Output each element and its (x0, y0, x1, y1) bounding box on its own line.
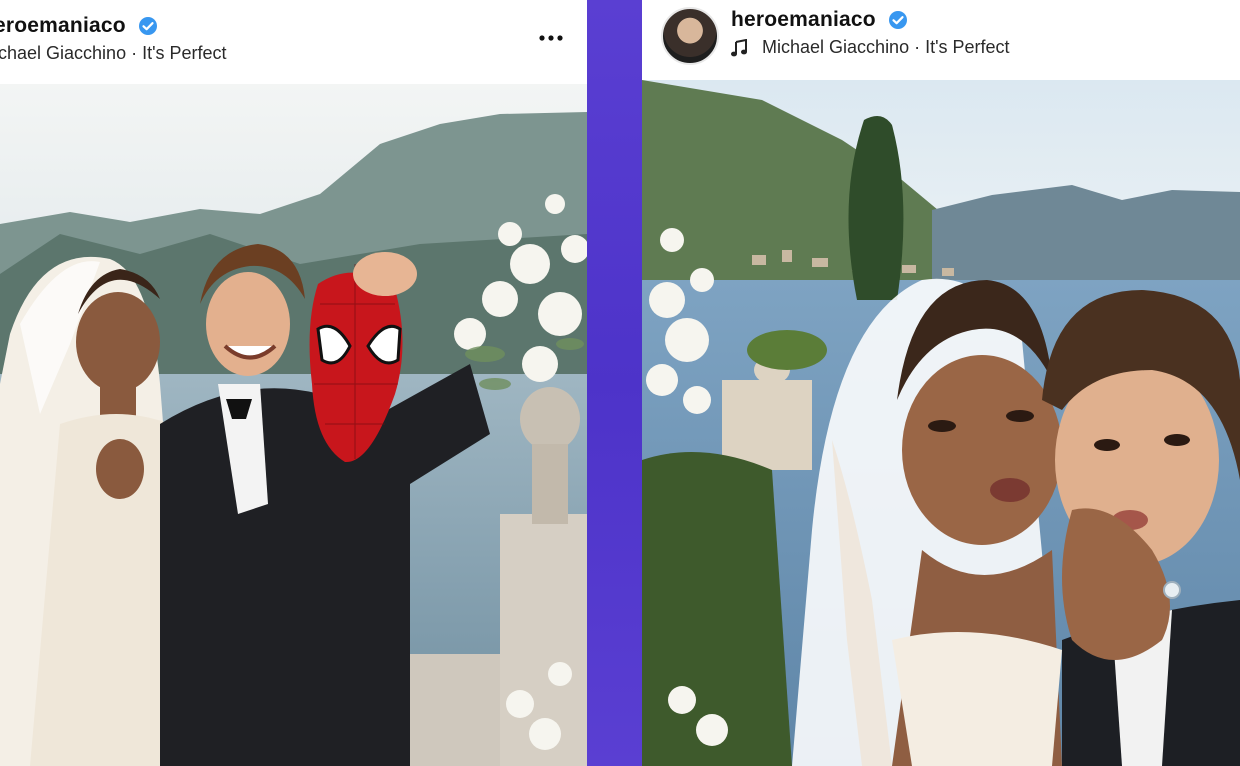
audio-label-right: Michael Giacchino · It's Perfect (762, 37, 1010, 57)
verified-badge-icon (888, 11, 907, 30)
post-image-right (642, 80, 1240, 766)
profile-avatar[interactable] (661, 7, 719, 65)
username-right-container[interactable]: heroemaniaco (731, 8, 908, 32)
username-left-container[interactable]: eroemaniaco (0, 14, 158, 38)
post-left: eroemaniaco ichael Giacchino · It's Perf… (0, 0, 587, 766)
music-note-icon (731, 39, 747, 57)
purple-divider (587, 0, 642, 766)
mountain-right (932, 185, 1240, 285)
post-right: heroemaniaco Michael Giacchino · It's Pe… (642, 0, 1240, 766)
username-left[interactable]: eroemaniaco (0, 14, 126, 37)
more-options-icon[interactable] (537, 26, 565, 50)
verified-badge-icon (138, 17, 157, 36)
audio-label-left: ichael Giacchino · It's Perfect (0, 43, 227, 63)
audio-track-left[interactable]: ichael Giacchino · It's Perfect (0, 43, 227, 64)
post-header-right: heroemaniaco Michael Giacchino · It's Pe… (642, 0, 1240, 80)
audio-track-right[interactable]: Michael Giacchino · It's Perfect (731, 37, 1010, 58)
username-right[interactable]: heroemaniaco (731, 8, 876, 31)
post-image-left (0, 84, 587, 766)
post-header-left: eroemaniaco ichael Giacchino · It's Perf… (0, 0, 587, 84)
